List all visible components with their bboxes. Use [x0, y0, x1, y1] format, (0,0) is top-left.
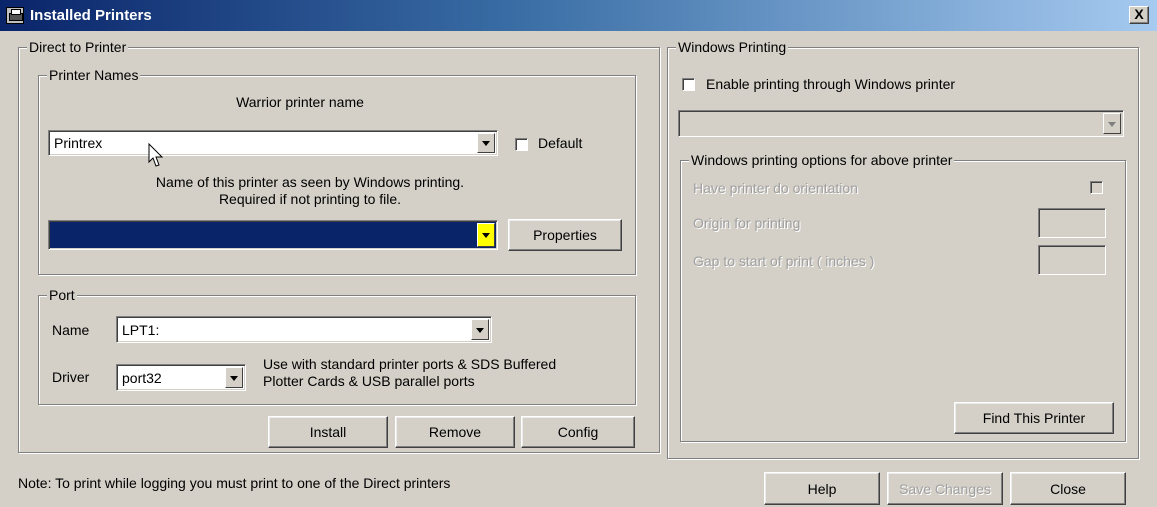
port-name-value: LPT1: [122, 321, 160, 338]
driver-select[interactable]: port32 [116, 364, 246, 391]
printer-names-label: Printer Names [47, 67, 141, 83]
title-bar: Installed Printers X [0, 0, 1157, 31]
driver-label: Driver [52, 369, 90, 385]
warrior-printer-value: Printrex [54, 135, 103, 151]
close-button[interactable]: Close [1010, 472, 1126, 505]
remove-button[interactable]: Remove [395, 416, 515, 448]
default-checkbox[interactable] [515, 138, 528, 151]
warrior-printer-select[interactable]: Printrex [48, 130, 498, 156]
windows-name-hint-line1: Name of this printer as seen by Windows … [155, 174, 465, 190]
close-icon[interactable]: X [1129, 6, 1149, 24]
windows-printer-disabled-select [678, 110, 1124, 137]
enable-windows-printing-checkbox[interactable] [682, 78, 695, 91]
find-this-printer-button[interactable]: Find This Printer [954, 402, 1114, 434]
port-name-label: Name [52, 322, 90, 338]
chevron-down-icon[interactable] [477, 133, 495, 153]
chevron-down-icon[interactable] [471, 319, 489, 340]
gap-label: Gap to start of print ( inches ) [693, 253, 875, 269]
properties-button[interactable]: Properties [508, 219, 622, 251]
origin-label: Origin for printing [693, 215, 801, 231]
footer-note: Note: To print while logging you must pr… [18, 475, 451, 491]
direct-to-printer-label: Direct to Printer [27, 39, 129, 55]
chevron-down-icon [1103, 113, 1121, 134]
printer-icon [6, 7, 24, 24]
gap-input [1038, 245, 1106, 275]
driver-value: port32 [122, 369, 162, 386]
save-changes-button: Save Changes [887, 472, 1003, 505]
orientation-label: Have printer do orientation [693, 180, 858, 196]
driver-hint-line1: Use with standard printer ports & SDS Bu… [263, 356, 557, 372]
origin-input [1038, 208, 1106, 238]
windows-printing-label: Windows Printing [676, 39, 789, 55]
warrior-printer-name-label: Warrior printer name [236, 94, 364, 110]
install-button[interactable]: Install [268, 416, 388, 448]
windows-name-hint-line2: Required if not printing to file. [218, 191, 402, 207]
windows-printer-select[interactable] [48, 220, 498, 250]
driver-hint-line2: Plotter Cards & USB parallel ports [263, 373, 475, 389]
windows-options-group: Windows printing options for above print… [680, 152, 1126, 442]
config-button[interactable]: Config [521, 416, 635, 448]
orientation-checkbox [1090, 181, 1103, 194]
chevron-down-icon[interactable] [477, 223, 495, 247]
help-button[interactable]: Help [764, 472, 880, 505]
port-label: Port [47, 287, 77, 303]
chevron-down-icon[interactable] [225, 367, 243, 388]
window-title: Installed Printers [30, 7, 152, 24]
mouse-cursor-icon [148, 143, 164, 167]
default-label: Default [538, 135, 583, 151]
port-name-select[interactable]: LPT1: [116, 316, 492, 343]
windows-options-label: Windows printing options for above print… [689, 152, 955, 168]
enable-windows-printing-label: Enable printing through Windows printer [706, 76, 956, 92]
